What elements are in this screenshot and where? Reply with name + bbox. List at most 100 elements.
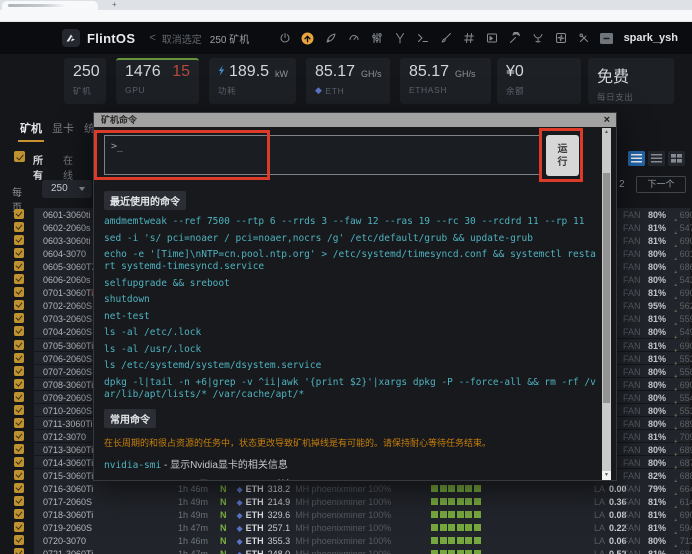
fan-percent: 81% <box>638 549 666 554</box>
uptime: 1h 49m <box>177 497 208 508</box>
fan-percent: 80% <box>647 366 666 377</box>
recent-command[interactable]: shutdown <box>104 294 597 306</box>
recent-command[interactable]: ls -al /etc/.lock <box>104 327 597 339</box>
fan-percent: 81% <box>647 353 666 364</box>
scroll-up-icon[interactable]: ▲ <box>602 128 611 137</box>
miner-checkbox[interactable] <box>14 378 24 389</box>
miner-id: 0601-3060ti <box>43 210 91 220</box>
miner-checkbox[interactable] <box>14 300 24 311</box>
miner-checkbox[interactable] <box>14 522 24 533</box>
fan-percent: 81% <box>647 314 666 325</box>
close-icon[interactable]: × <box>604 113 610 127</box>
fan-percent: 81% <box>647 223 666 234</box>
common-commands-note: 在长周期的和很占资源的任务中，状态更改导致矿机掉线是有可能的。请保持耐心等待任务… <box>104 437 492 448</box>
hashrate-value: 355.3 <box>267 536 291 547</box>
recent-command[interactable]: ls /etc/systemd/system/dsystem.service <box>104 360 597 372</box>
coin-label: ETH <box>245 510 264 521</box>
fan-percent: 81% <box>647 510 666 521</box>
uptime: 1h 47m <box>177 523 208 534</box>
common-command[interactable]: nvidia-smi - 显示Nvidia显卡的相关信息 <box>104 456 597 471</box>
miner-row[interactable]: 0718-3060Ti 1h 49m N ◆ ETH 329.6 MH phoe… <box>0 508 692 530</box>
uptime: 1h 46m <box>177 536 208 547</box>
recent-command[interactable]: dpkg -l|tail -n +6|grep -v ^ii|awk '{pri… <box>104 377 597 401</box>
fan-percent: 80% <box>647 392 666 403</box>
miner-checkbox[interactable] <box>14 470 24 480</box>
power-draw: 680.0 W <box>680 549 692 554</box>
fan-percent: 81% <box>647 431 666 442</box>
miner-command-dialog: 矿机命令 × 运行 最近使用的命令 amdmemtweak --ref 7500… <box>93 112 617 481</box>
recent-command[interactable]: echo -e '[Time]\nNTP=cn.pool.ntp.org' > … <box>104 249 597 273</box>
miner-id: 0709-2060S <box>43 392 93 403</box>
miner-row[interactable]: 0720-3070 1h 46m N ◆ ETH 355.3 MH phoeni… <box>0 534 692 554</box>
miner-checkbox[interactable] <box>14 365 24 376</box>
fan-percent: 81% <box>647 497 666 508</box>
miner-id: 0712-3070 <box>43 431 87 442</box>
miner-row[interactable]: 0717-2060S 1h 49m N ◆ ETH 214.9 MH phoen… <box>0 495 692 517</box>
fan-percent: 81% <box>647 340 666 351</box>
eth-diamond-icon: ◆ <box>236 510 243 520</box>
fan-percent: 80% <box>647 536 666 547</box>
miner-checkbox[interactable] <box>14 456 24 467</box>
miner-id: 0708-3060Ti <box>43 379 94 390</box>
scrollbar-thumb[interactable] <box>603 173 610 403</box>
gpu-status-squares <box>431 536 481 544</box>
miner-checkbox[interactable] <box>14 535 24 546</box>
miner-id: 0714-3060Ti <box>43 457 94 468</box>
gpu-status-squares <box>431 497 481 505</box>
flintos-dashboard: + FlintOS < 取消选定 250 矿机 spark_ysh 250 矿机… <box>0 0 692 554</box>
fan-percent: 80% <box>647 249 666 260</box>
recent-command[interactable]: ls -al /usr/.lock <box>104 344 597 356</box>
recent-commands-header: 最近使用的命令 <box>104 191 186 210</box>
recent-command[interactable]: net-test <box>104 311 597 323</box>
coin-label: ETH <box>245 536 264 547</box>
scroll-down-icon[interactable]: ▼ <box>602 471 611 480</box>
miner-checkbox[interactable] <box>14 417 24 428</box>
miner-checkbox[interactable] <box>14 391 24 402</box>
miner-checkbox[interactable] <box>14 261 24 272</box>
recent-command[interactable]: sed -i 's/ pci=noaer / pci=noaer,nocrs /… <box>104 233 597 245</box>
coin-label: ETH <box>245 523 264 534</box>
miner-checkbox[interactable] <box>14 209 24 219</box>
miner-id: 0603-3060ti <box>43 236 91 247</box>
miner-checkbox[interactable] <box>14 248 24 259</box>
miner-checkbox[interactable] <box>14 313 24 324</box>
miner-checkbox[interactable] <box>14 222 24 233</box>
fan-percent: 81% <box>647 288 666 299</box>
fan-percent: 80% <box>647 444 666 455</box>
run-button[interactable]: 运行 <box>546 135 579 176</box>
miner-checkbox[interactable] <box>14 287 24 298</box>
miner-checkbox[interactable] <box>14 496 24 507</box>
recent-command[interactable]: selfupgrade && sreboot <box>104 278 597 290</box>
miner-checkbox[interactable] <box>14 443 24 454</box>
dialog-body: 最近使用的命令 amdmemtweak --ref 7500 --rtp 6 -… <box>104 191 597 480</box>
miner-checkbox[interactable] <box>14 483 24 494</box>
fan-percent: 81% <box>647 236 666 247</box>
miner-row[interactable]: 0719-2060S 1h 47m N ◆ ETH 257.1 MH phoen… <box>0 521 692 543</box>
command-input[interactable] <box>104 135 541 175</box>
recent-command[interactable]: amdmemtweak --ref 7500 --rtp 6 --rrds 3 … <box>104 216 597 228</box>
fan-percent: 80% <box>647 327 666 338</box>
uptime: 1h 46m <box>177 484 208 495</box>
eth-diamond-icon: ◆ <box>236 484 243 494</box>
miner-checkbox[interactable] <box>14 326 24 337</box>
miner-id: 0605-3060TI <box>43 262 95 273</box>
miner-checkbox[interactable] <box>14 404 24 415</box>
gpu-status-squares <box>431 510 481 518</box>
miner-checkbox[interactable] <box>14 430 24 441</box>
miner-software: MH phoenixminer 100% <box>295 523 392 534</box>
miner-checkbox[interactable] <box>14 274 24 285</box>
miner-checkbox[interactable] <box>14 509 24 520</box>
miner-checkbox[interactable] <box>14 352 24 363</box>
miner-id: 0721-3060Ti <box>43 549 93 554</box>
common-command[interactable]: nvtool --clocks - 显示Nvidia GPU时钟 <box>104 476 597 480</box>
coin-label: ETH <box>245 484 264 495</box>
miner-id: 0718-3060Ti <box>43 510 94 521</box>
miner-row[interactable]: 0716-3060Ti 1h 46m N ◆ ETH 318.2 MH phoe… <box>0 482 692 504</box>
miner-checkbox[interactable] <box>14 339 24 350</box>
miner-checkbox[interactable] <box>14 235 24 246</box>
dialog-scrollbar[interactable]: ▲ ▼ <box>602 128 611 480</box>
eth-diamond-icon: ◆ <box>236 536 243 546</box>
miner-row[interactable]: 0721-3060Ti 1h 47m N ◆ ETH 248.0 MH phoe… <box>0 547 692 554</box>
miner-id: 0713-3060Ti <box>43 444 94 455</box>
miner-checkbox[interactable] <box>14 548 24 554</box>
